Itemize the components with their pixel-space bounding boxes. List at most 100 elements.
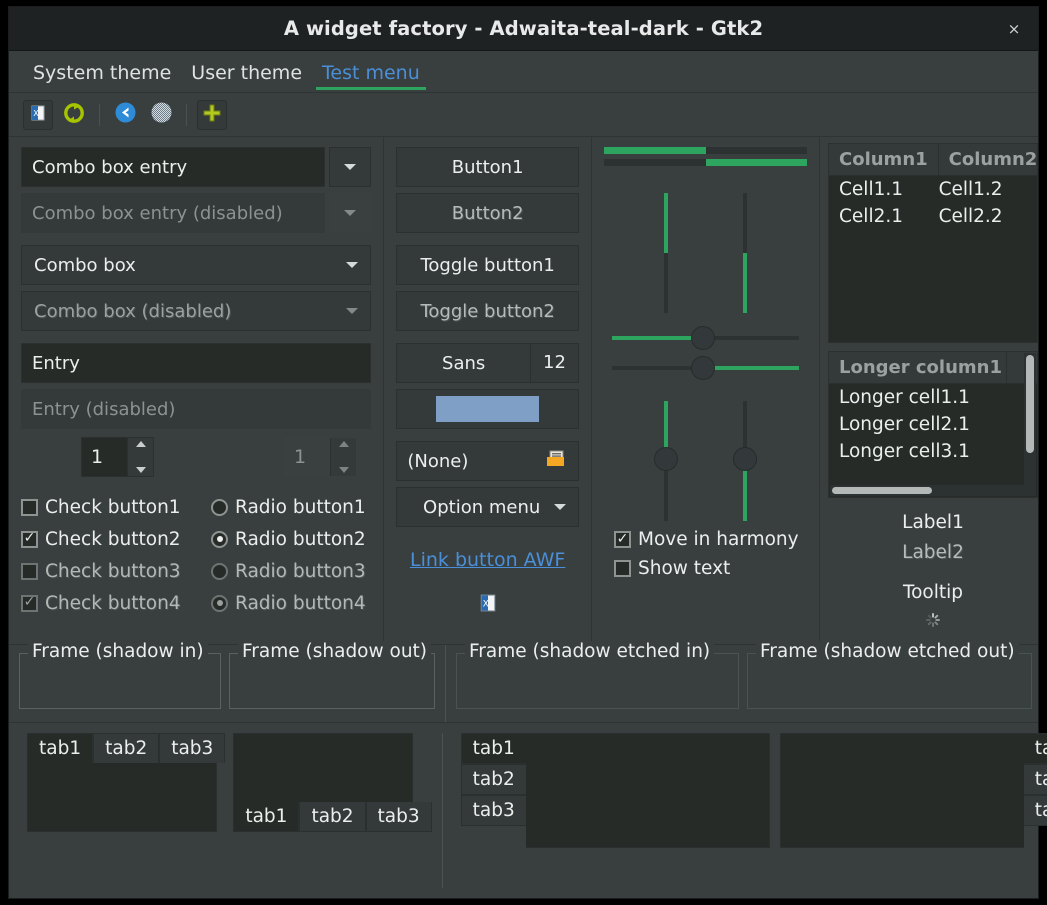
menu-item-system-theme[interactable]: System theme xyxy=(23,60,181,92)
tree-view-1[interactable]: Column1 Column2 Cell1.1 Cell1.2 Cell2.1 … xyxy=(828,143,1038,343)
spinner-row: 1 1 xyxy=(21,429,371,481)
check-button2[interactable]: ✓ Check button2 xyxy=(21,529,211,550)
vertical-scrollbar-thumb[interactable] xyxy=(1026,355,1034,453)
check-button3: Check button3 xyxy=(21,561,211,582)
combo-box-entry-dropdown[interactable] xyxy=(329,147,372,187)
check-radio-line: Check button1 Radio button1 xyxy=(21,491,371,523)
column-scales: ✓ Move in harmony Show text xyxy=(591,137,819,644)
notebook-group-1: tab1 tab2 tab3 tab1 tab2 tab3 xyxy=(19,733,442,888)
radio-button1[interactable]: Radio button1 xyxy=(211,497,366,518)
combo-box-entry-input[interactable]: Combo box entry xyxy=(21,147,326,187)
column-treeviews: Column1 Column2 Cell1.1 Cell1.2 Cell2.1 … xyxy=(819,137,1038,644)
toolbar-dither-button[interactable] xyxy=(146,100,176,130)
check-button1-label: Check button1 xyxy=(45,496,181,518)
tab2[interactable]: tab2 xyxy=(460,764,526,795)
tab3[interactable]: tab3 xyxy=(460,795,526,826)
menu-item-user-theme[interactable]: User theme xyxy=(181,60,312,92)
radio-icon xyxy=(211,594,228,612)
toggle-button1[interactable]: Toggle button1 xyxy=(396,245,579,285)
toolbar-back-button[interactable] xyxy=(110,100,140,130)
show-text-check[interactable]: Show text xyxy=(614,558,797,579)
notebook-group-2: tab1 tab2 tab3 tab1 tab2 tab3 xyxy=(441,733,1047,888)
tree-view-1-header: Column1 Column2 xyxy=(829,144,1037,176)
vertical-scale-2[interactable] xyxy=(725,193,765,313)
tree-column-header-1[interactable]: Column1 xyxy=(829,144,939,175)
tab1[interactable]: tab1 xyxy=(27,733,94,763)
chevron-up-icon[interactable] xyxy=(135,441,146,447)
font-button[interactable]: Sans 12 xyxy=(396,343,579,383)
tree-column-header-2[interactable]: Column2 xyxy=(939,144,1037,175)
checkbox-icon[interactable]: ✓ xyxy=(21,530,38,548)
file-chooser-value: (None) xyxy=(407,450,469,472)
tab2[interactable]: tab2 xyxy=(1023,764,1047,795)
tab3[interactable]: tab3 xyxy=(159,733,226,763)
checkbox-icon[interactable] xyxy=(21,498,38,516)
tab2[interactable]: tab2 xyxy=(299,802,366,832)
move-in-harmony-check[interactable]: ✓ Move in harmony xyxy=(614,529,799,550)
chevron-down-icon[interactable] xyxy=(135,467,146,473)
widget-columns: Combo box entry Combo box entry (disable… xyxy=(9,137,1038,645)
label2: Label2 xyxy=(902,542,964,563)
vertical-scale-2-track[interactable] xyxy=(743,193,748,313)
chevron-down-icon xyxy=(338,467,349,473)
toolbar-refresh-button[interactable] xyxy=(59,100,89,130)
frame-shadow-etched-in: Frame (shadow etched in) xyxy=(456,641,739,709)
vertical-scale-4[interactable] xyxy=(725,401,765,521)
checkbox-icon: ✓ xyxy=(21,594,38,612)
vertical-scale-4-handle[interactable] xyxy=(733,446,758,471)
cell-1-1: Cell1.1 xyxy=(839,179,904,200)
radio-icon[interactable] xyxy=(211,498,228,516)
vertical-scale-3-handle[interactable] xyxy=(653,446,678,471)
vertical-scrollbar[interactable] xyxy=(1024,353,1036,485)
tool-bar: X xyxy=(9,93,1038,137)
close-icon[interactable]: × xyxy=(1004,19,1024,39)
combo-box-disabled: Combo box (disabled) xyxy=(21,291,372,331)
list-item[interactable]: Longer cell2.1 xyxy=(829,411,1037,438)
cell-2-2: Cell2.2 xyxy=(938,206,1003,227)
spin-button-steppers[interactable] xyxy=(127,438,153,476)
tree-view-2[interactable]: Longer column1 Longer cell1.1 Longer cel… xyxy=(828,351,1038,498)
link-button[interactable]: Link button AWF xyxy=(396,549,579,571)
horizontal-scale-2[interactable] xyxy=(612,353,799,383)
list-item[interactable]: Longer cell1.1 xyxy=(829,384,1037,411)
tab1[interactable]: tab1 xyxy=(233,802,300,832)
button1[interactable]: Button1 xyxy=(396,147,579,187)
tab3[interactable]: tab3 xyxy=(365,802,432,832)
tooltip-label[interactable]: Tooltip xyxy=(828,578,1038,608)
horizontal-scale-2-handle[interactable] xyxy=(690,356,715,380)
tree-view-2-header: Longer column1 xyxy=(829,352,1037,384)
combo-box[interactable]: Combo box xyxy=(21,245,372,285)
table-row[interactable]: Cell1.1 Cell1.2 xyxy=(829,176,1037,203)
tab1[interactable]: tab1 xyxy=(460,733,526,764)
checkbox-icon[interactable] xyxy=(614,560,631,577)
vertical-scale-1-track[interactable] xyxy=(663,193,668,313)
horizontal-scale-1-handle[interactable] xyxy=(690,326,715,350)
notebook-4-tabstrip: tab1 tab2 tab3 xyxy=(1023,733,1047,888)
checkbox-icon[interactable]: ✓ xyxy=(614,531,631,548)
toolbar-document-button[interactable]: X xyxy=(23,99,53,130)
tree-column-header-longer[interactable]: Longer column1 xyxy=(829,352,1007,383)
radio-icon[interactable] xyxy=(211,530,228,548)
vertical-scales-top xyxy=(604,171,807,313)
option-menu-button[interactable]: Option menu xyxy=(396,487,579,527)
tab1[interactable]: tab1 xyxy=(1023,733,1047,764)
vertical-scale-1[interactable] xyxy=(646,193,686,313)
table-row[interactable]: Cell2.1 Cell2.2 xyxy=(829,203,1037,230)
entry-input[interactable]: Entry xyxy=(21,343,372,383)
spin-button[interactable]: 1 xyxy=(81,437,154,477)
tab3[interactable]: tab3 xyxy=(1023,795,1047,826)
check-button1[interactable]: Check button1 xyxy=(21,497,211,518)
radio-button2[interactable]: Radio button2 xyxy=(211,529,366,550)
tab2[interactable]: tab2 xyxy=(93,733,160,763)
color-button[interactable] xyxy=(396,389,579,429)
horizontal-scale-1[interactable] xyxy=(612,323,799,353)
file-chooser-button[interactable]: (None) xyxy=(396,441,579,481)
font-button-size: 12 xyxy=(530,344,578,382)
toolbar-add-button[interactable] xyxy=(197,99,227,130)
vertical-scale-3[interactable] xyxy=(646,401,686,521)
menu-item-test-menu[interactable]: Test menu xyxy=(312,60,430,92)
horizontal-scrollbar[interactable] xyxy=(830,485,1036,496)
refresh-icon xyxy=(64,102,84,127)
list-item[interactable]: Longer cell3.1 xyxy=(829,438,1037,465)
horizontal-scrollbar-thumb[interactable] xyxy=(832,487,932,494)
